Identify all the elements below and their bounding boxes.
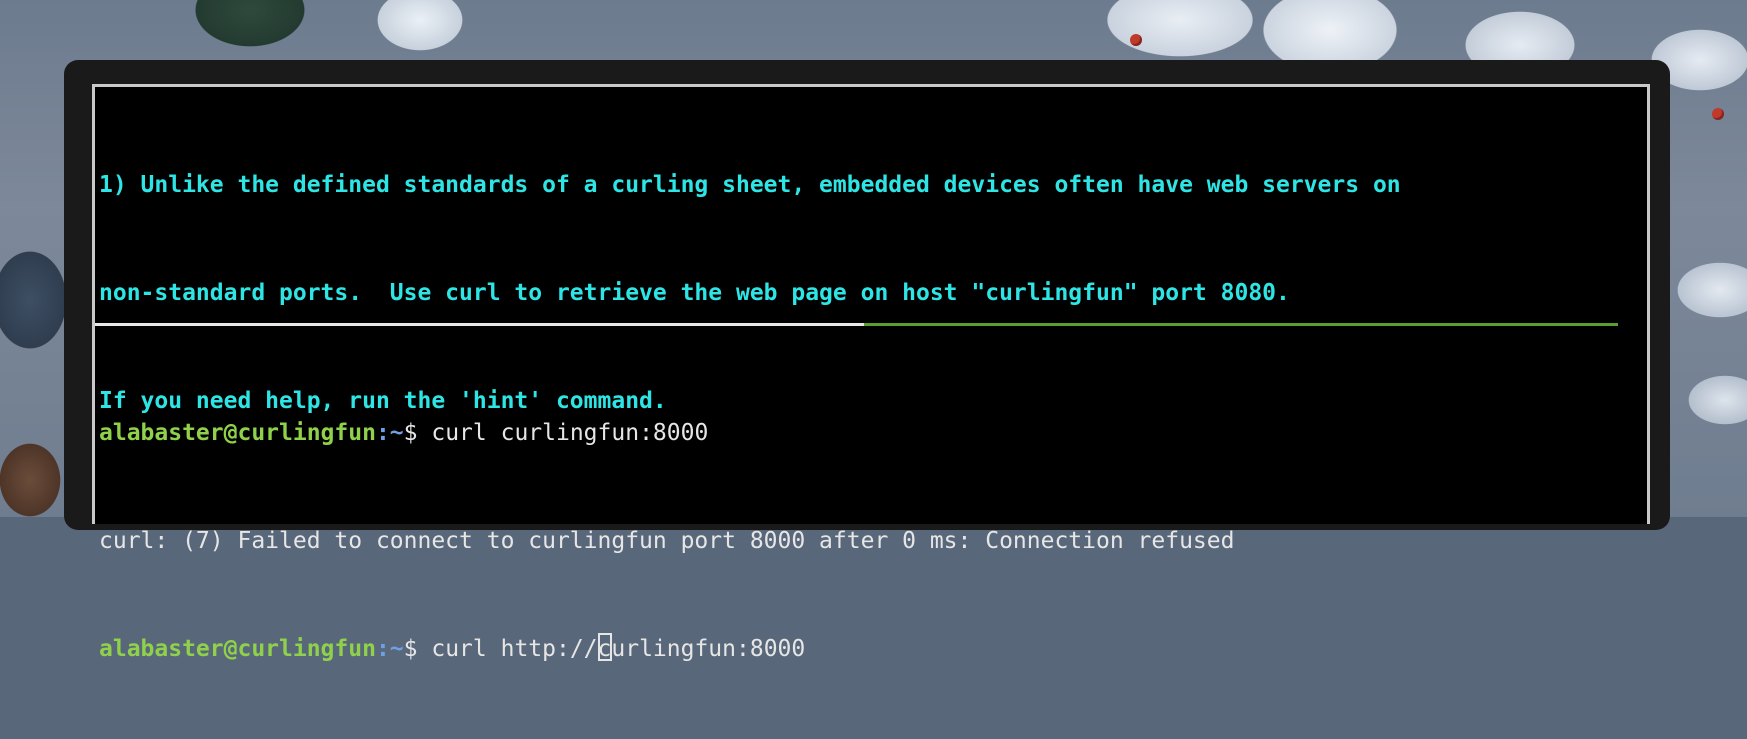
prompt-path: :~ [375, 420, 404, 446]
command-text: curl curlingfun:8000 [431, 420, 709, 446]
input-line[interactable]: alabaster@curlingfun:~$ curl http://curl… [99, 631, 1234, 667]
output-line: curl: (7) Failed to connect to curlingfu… [99, 528, 1235, 554]
prompt-user: alabaster@curlingfun [99, 420, 376, 446]
command-line: alabaster@curlingfun:~$ curl curlingfun:… [99, 415, 1234, 451]
prompt-user: alabaster@curlingfun [99, 636, 376, 662]
console-output[interactable]: alabaster@curlingfun:~$ curl curlingfun:… [99, 343, 1234, 739]
prompt-symbol: $ [403, 636, 432, 662]
input-text-before-cursor: curl http:// [431, 636, 598, 662]
terminal-window[interactable]: 1) Unlike the defined standards of a cur… [92, 84, 1650, 662]
objective-line: 1) Unlike the defined standards of a cur… [99, 172, 1401, 198]
ornament-icon [1712, 108, 1724, 120]
input-text-after-cursor: curlingfun:8000 [597, 636, 806, 662]
pane-divider[interactable] [95, 323, 1618, 326]
objective-line: non-standard ports. Use curl to retrieve… [99, 280, 1290, 306]
prompt-path: :~ [375, 636, 404, 662]
prompt-symbol: $ [403, 420, 432, 446]
ornament-icon [1130, 34, 1142, 46]
